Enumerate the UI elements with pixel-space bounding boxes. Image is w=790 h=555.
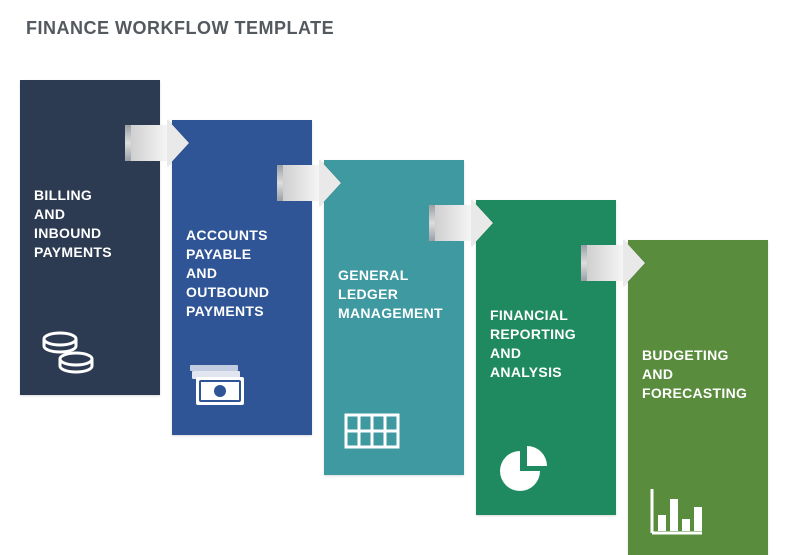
bar-chart-icon [646,485,706,537]
workflow-card-label: ACCOUNTS PAYABLE AND OUTBOUND PAYMENTS [186,226,298,320]
arrow-connector [429,205,489,241]
coins-icon [38,325,98,377]
cash-icon [190,365,250,417]
ledger-grid-icon [342,405,402,457]
pie-chart-icon [494,445,554,497]
workflow-card-label: BUDGETING AND FORECASTING [642,346,754,403]
workflow-stage: BILLING AND INBOUND PAYMENTS ACCOUNTS PA… [0,0,790,533]
workflow-card-label: GENERAL LEDGER MANAGEMENT [338,266,450,323]
workflow-card-label: FINANCIAL REPORTING AND ANALYSIS [490,306,602,382]
arrow-connector [125,125,185,161]
workflow-card-budgeting: BUDGETING AND FORECASTING [628,240,768,555]
arrow-connector [277,165,337,201]
arrow-connector [581,245,641,281]
workflow-card-label: BILLING AND INBOUND PAYMENTS [34,186,146,262]
